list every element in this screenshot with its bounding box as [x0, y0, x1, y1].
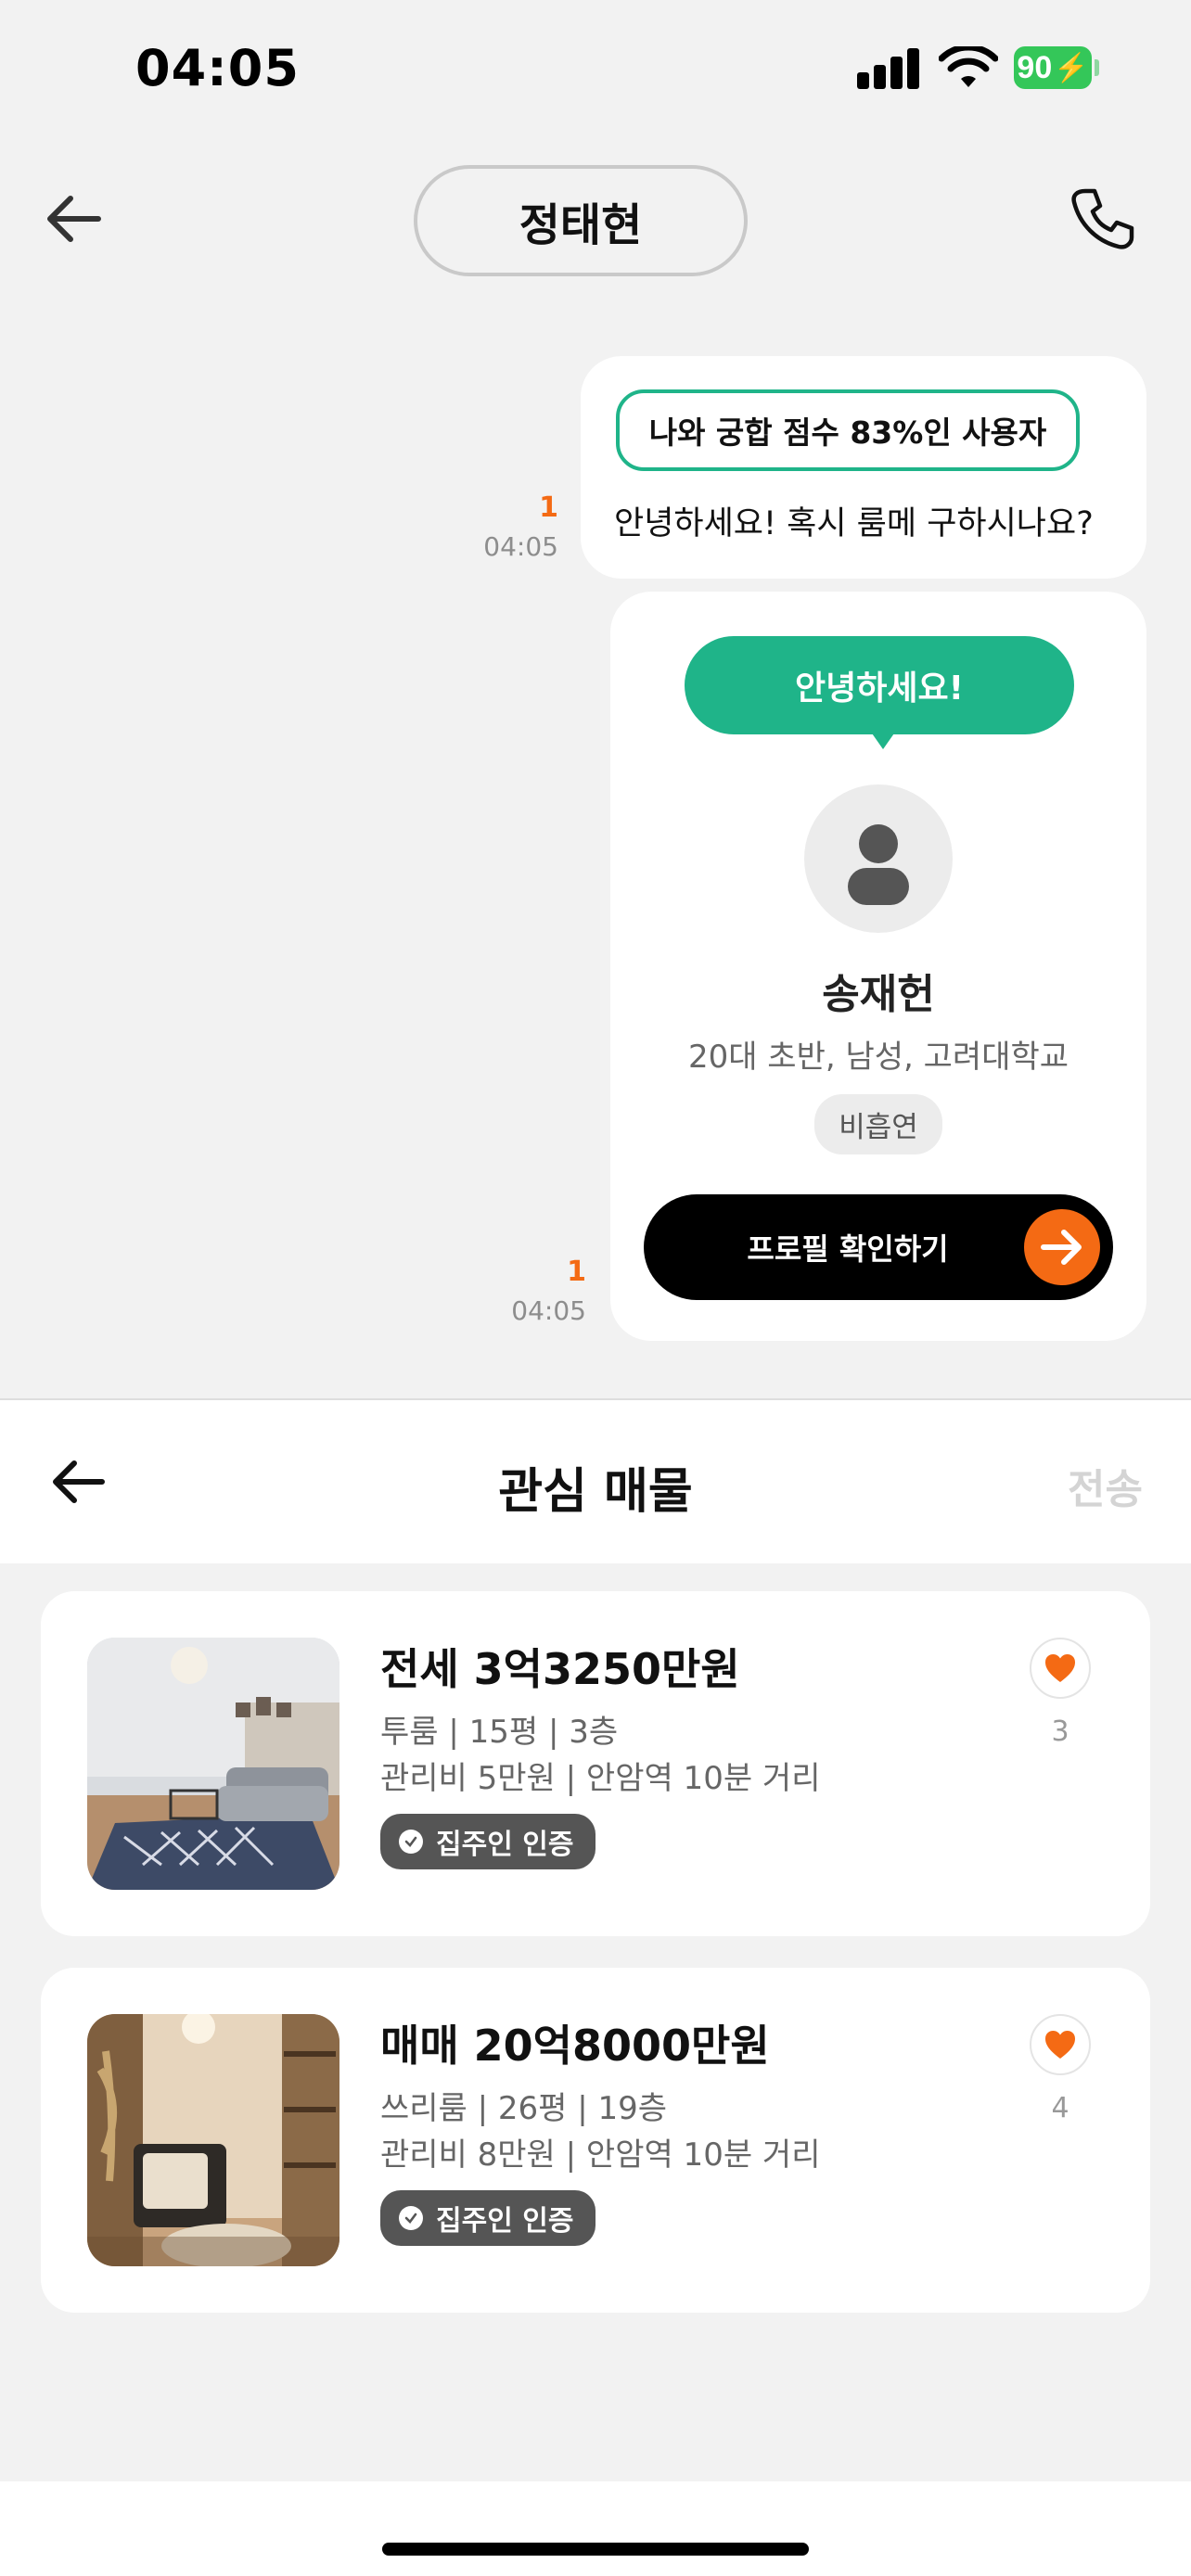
listing-price: 전세 3억3250만원 [380, 1644, 740, 1694]
battery-level: 90 [1017, 49, 1053, 85]
owner-verified-label: 집주인 인증 [436, 2205, 574, 2238]
listing-price: 매매 20억8000만원 [380, 2021, 770, 2071]
sheet-header: 관심 매물 전송 [0, 1400, 1191, 1563]
view-profile-label: 프로필 확인하기 [747, 1231, 949, 1267]
favorite-listings-sheet: 관심 매물 전송 전세 3억3250만원 투룸 | 15평 | 3층 관리비 5… [0, 1398, 1191, 2576]
arrow-right-icon [1024, 1209, 1100, 1285]
message-meta: 1 04:05 [492, 1256, 586, 1326]
owner-verified-badge: 집주인 인증 [380, 1814, 596, 1869]
profile-info: 20대 초반, 남성, 고려대학교 [687, 1039, 1069, 1076]
like-count: 3 [1051, 1715, 1069, 1748]
listing-card[interactable]: 전세 3억3250만원 투룸 | 15평 | 3층 관리비 5만원 | 안암역 … [41, 1591, 1150, 1936]
profile-tag: 비흡연 [814, 1094, 942, 1154]
signal-icon [857, 46, 920, 89]
home-indicator[interactable] [382, 2543, 809, 2556]
person-icon [848, 824, 909, 905]
owner-verified-badge: 집주인 인증 [380, 2190, 596, 2246]
listing-info: 쓰리룸 | 26평 | 19층 [380, 2090, 668, 2127]
home-bar-area [0, 2481, 1191, 2576]
greeting-bubble-tail [870, 731, 896, 749]
message-text: 안녕하세요! 혹시 룸메 구하시나요? [614, 505, 1094, 542]
profile-card-message: 안녕하세요! 송재헌 20대 초반, 남성, 고려대학교 비흡연 프로필 확인하… [610, 592, 1146, 1341]
view-profile-button[interactable]: 프로필 확인하기 [644, 1194, 1113, 1300]
battery-cap [1095, 59, 1099, 76]
check-icon [399, 1830, 423, 1854]
listing-card[interactable]: 매매 20억8000만원 쓰리룸 | 26평 | 19층 관리비 8만원 | 안… [41, 1968, 1150, 2313]
phone-icon[interactable] [1067, 184, 1137, 254]
profile-name: 송재헌 [822, 971, 935, 1018]
compat-score-badge: 나와 궁합 점수 83%인 사용자 [616, 389, 1080, 471]
listing-fee-location: 관리비 5만원 | 안암역 10분 거리 [380, 1760, 821, 1797]
avatar [804, 784, 953, 933]
back-arrow-icon[interactable] [41, 185, 108, 252]
message-bubble: 나와 궁합 점수 83%인 사용자 안녕하세요! 혹시 룸메 구하시나요? [581, 356, 1146, 579]
sheet-title: 관심 매물 [498, 1464, 693, 1520]
read-count: 1 [539, 491, 558, 524]
read-count: 1 [567, 1256, 586, 1288]
heart-icon[interactable] [1030, 2014, 1091, 2075]
listing-photo [87, 2014, 339, 2266]
message-time: 04:05 [483, 531, 558, 562]
greeting-bubble: 안녕하세요! [685, 636, 1074, 734]
message-meta: 1 04:05 [464, 491, 558, 562]
battery-icon: 90 ⚡ [1014, 46, 1092, 89]
chat-title[interactable]: 정태현 [414, 165, 748, 276]
listing-info: 투룸 | 15평 | 3층 [380, 1714, 619, 1751]
check-icon [399, 2206, 423, 2230]
owner-verified-label: 집주인 인증 [436, 1829, 574, 1861]
heart-icon[interactable] [1030, 1638, 1091, 1699]
status-time: 04:05 [135, 39, 300, 97]
send-button[interactable]: 전송 [1068, 1456, 1143, 1515]
listing-fee-location: 관리비 8만원 | 안암역 10분 거리 [380, 2136, 821, 2174]
wifi-icon [939, 46, 998, 87]
message-time: 04:05 [511, 1295, 586, 1326]
like-count: 4 [1051, 2092, 1069, 2124]
listing-photo [87, 1638, 339, 1890]
